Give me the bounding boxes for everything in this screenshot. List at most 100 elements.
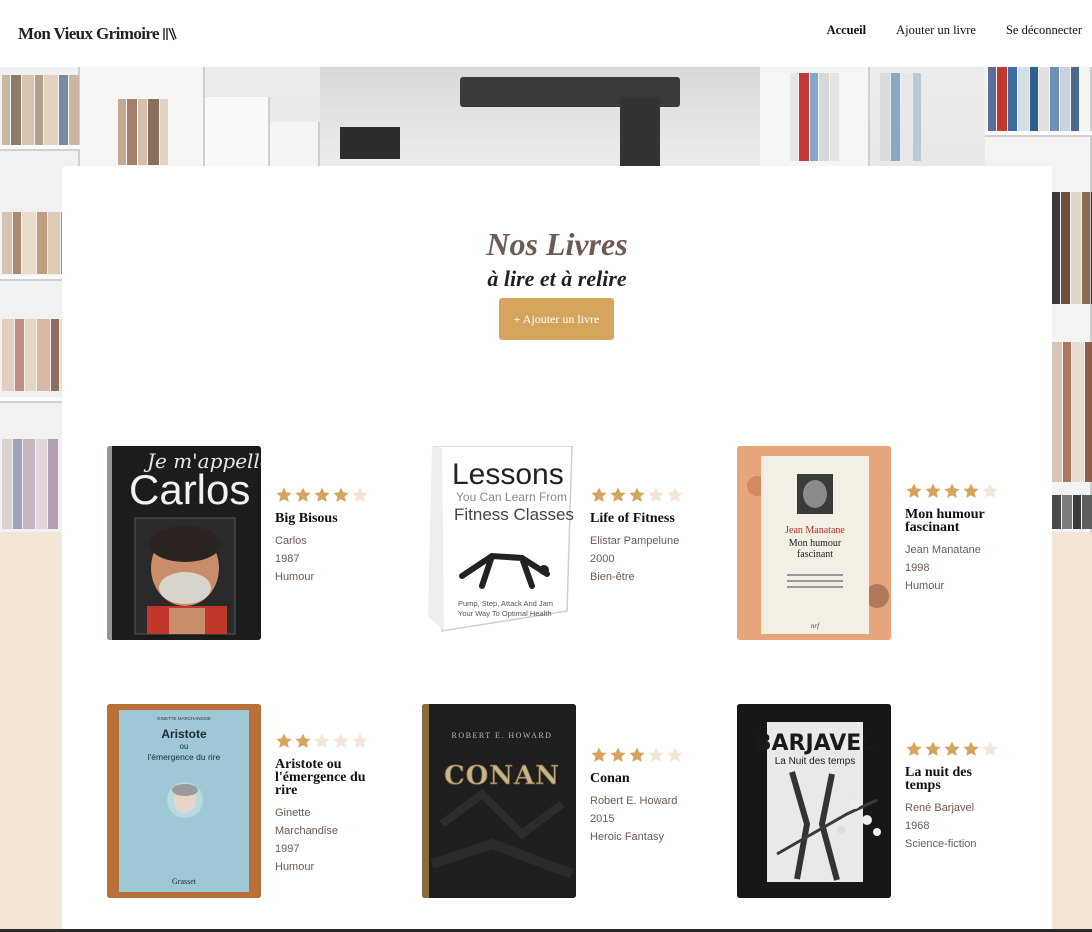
top-header: Mon Vieux Grimoire Accueil Ajouter un li… <box>0 0 1092 67</box>
star-filled-icon <box>963 741 979 756</box>
book-genre: Humour <box>275 571 315 583</box>
star-empty-icon <box>314 733 330 748</box>
cover-text-line: nrf <box>811 622 820 630</box>
rating-stars <box>905 740 1005 758</box>
logo[interactable]: Mon Vieux Grimoire <box>18 24 177 44</box>
page-title: Nos Livres <box>486 226 628 262</box>
cover-text-line: Aristote <box>161 727 207 741</box>
books-card: Nos Livres à lire et à relire + Ajouter … <box>62 166 1052 932</box>
star-filled-icon <box>944 483 960 498</box>
book-title[interactable]: Life of Fitness <box>590 512 690 526</box>
star-filled-icon <box>276 487 292 502</box>
cover-text-line: ROBERT E. HOWARD <box>452 731 553 740</box>
star-filled-icon <box>925 483 941 498</box>
star-filled-icon <box>314 487 330 502</box>
cover-text-line: GINETTE MARCHANDISE <box>157 716 211 721</box>
book-title[interactable]: Mon humour fascinant <box>905 508 1005 535</box>
book-author: Elistar Pampelune <box>590 535 680 547</box>
book-author: Jean Manatane <box>905 544 981 556</box>
book-genre: Heroic Fantasy <box>590 831 664 843</box>
star-filled-icon <box>333 487 349 502</box>
star-filled-icon <box>591 747 607 762</box>
book-title[interactable]: La nuit des temps <box>905 766 1005 793</box>
star-empty-icon <box>648 747 664 762</box>
book-genre: Humour <box>905 580 945 592</box>
star-empty-icon <box>648 487 664 502</box>
cover-text-line: CONAN <box>444 761 560 791</box>
logo-text: Mon Vieux Grimoire <box>18 23 160 43</box>
star-empty-icon <box>667 487 683 502</box>
star-empty-icon <box>352 733 368 748</box>
add-book-button[interactable]: + Ajouter un livre <box>499 298 614 340</box>
cover-text-line: Pump, Step, Attack And Jam <box>458 599 553 608</box>
cover-text-line: La Nuit des temps <box>775 756 856 767</box>
nav-ajouter-livre[interactable]: Ajouter un livre <box>896 23 976 38</box>
book-cover[interactable]: ROBERT E. HOWARD CONAN <box>422 704 576 898</box>
star-empty-icon <box>982 483 998 498</box>
cover-text-line: Carlos <box>129 466 250 513</box>
book-author: Carlos <box>275 535 307 547</box>
book-card[interactable]: Jean Manatane Mon humour fascinant nrf M… <box>737 446 1005 640</box>
main-nav: Accueil Ajouter un livre Se déconnecter <box>827 23 1082 38</box>
cover-text-line: l'émergence du rire <box>148 752 221 762</box>
book-title[interactable]: Big Bisous <box>275 512 375 526</box>
star-empty-icon <box>667 747 683 762</box>
star-filled-icon <box>963 483 979 498</box>
book-author: René Barjavel <box>905 802 975 814</box>
book-year: 1998 <box>905 562 930 574</box>
book-cover[interactable]: GINETTE MARCHANDISE Aristote ou l'émerge… <box>107 704 261 898</box>
book-card[interactable]: Je m'appelle Carlos Big Bisous Carlos 19… <box>107 446 375 640</box>
cover-text-line: Grasset <box>172 877 197 886</box>
star-filled-icon <box>629 487 645 502</box>
cover-text-line: ou <box>180 742 189 751</box>
rating-stars <box>590 746 690 764</box>
book-cover[interactable]: Jean Manatane Mon humour fascinant nrf <box>737 446 891 640</box>
book-card[interactable]: BARJAVEL La Nuit des temps La nuit des t… <box>737 704 1005 898</box>
cover-text-line: Your Way To Optimal Health <box>458 609 552 618</box>
book-card[interactable]: ROBERT E. HOWARD CONAN Conan Robert E. H… <box>422 704 690 898</box>
cover-text-line: Mon humour <box>789 538 842 549</box>
books-logo-icon <box>163 27 177 40</box>
star-empty-icon <box>333 733 349 748</box>
book-year: 1987 <box>275 553 300 565</box>
rating-stars <box>905 482 1005 500</box>
cover-text-line: BARJAVEL <box>755 731 876 756</box>
book-info: Mon humour fascinant Jean Manatane 1998 … <box>905 446 1005 640</box>
book-cover[interactable]: Lessons You Can Learn From Fitness Class… <box>422 446 576 640</box>
book-info: Life of Fitness Elistar Pampelune 2000 B… <box>590 446 690 640</box>
rating-stars <box>275 486 375 504</box>
book-title[interactable]: Conan <box>590 772 690 786</box>
star-filled-icon <box>944 741 960 756</box>
cover-text-line: Fitness Classes <box>454 505 574 524</box>
cover-text-line: Jean Manatane <box>785 525 845 536</box>
book-author: Robert E. Howard <box>590 795 678 807</box>
book-year: 2015 <box>590 813 615 825</box>
star-filled-icon <box>295 733 311 748</box>
book-year: 1997 <box>275 843 300 855</box>
book-year: 2000 <box>590 553 615 565</box>
star-filled-icon <box>906 741 922 756</box>
book-genre: Humour <box>275 861 315 873</box>
book-genre: Bien-être <box>590 571 635 583</box>
book-genre: Science-fiction <box>905 838 977 850</box>
star-filled-icon <box>610 487 626 502</box>
star-filled-icon <box>629 747 645 762</box>
book-cover[interactable]: Je m'appelle Carlos <box>107 446 261 640</box>
book-info: Big Bisous Carlos 1987 Humour <box>275 446 375 640</box>
page-subtitle: à lire et à relire <box>487 266 627 291</box>
star-filled-icon <box>610 747 626 762</box>
star-filled-icon <box>295 487 311 502</box>
nav-se-deconnecter[interactable]: Se déconnecter <box>1006 23 1082 38</box>
star-empty-icon <box>982 741 998 756</box>
nav-accueil[interactable]: Accueil <box>827 23 867 38</box>
star-filled-icon <box>906 483 922 498</box>
book-title[interactable]: Aristote ou l'émergence du rire <box>275 758 375 798</box>
book-cover[interactable]: BARJAVEL La Nuit des temps <box>737 704 891 898</box>
star-filled-icon <box>591 487 607 502</box>
book-card[interactable]: GINETTE MARCHANDISE Aristote ou l'émerge… <box>107 704 375 898</box>
book-info: La nuit des temps René Barjavel 1968 Sci… <box>905 704 1005 898</box>
book-info: Aristote ou l'émergence du rire Ginette … <box>275 704 375 898</box>
rating-stars <box>590 486 690 504</box>
book-year: 1968 <box>905 820 930 832</box>
book-card[interactable]: Lessons You Can Learn From Fitness Class… <box>422 446 690 640</box>
